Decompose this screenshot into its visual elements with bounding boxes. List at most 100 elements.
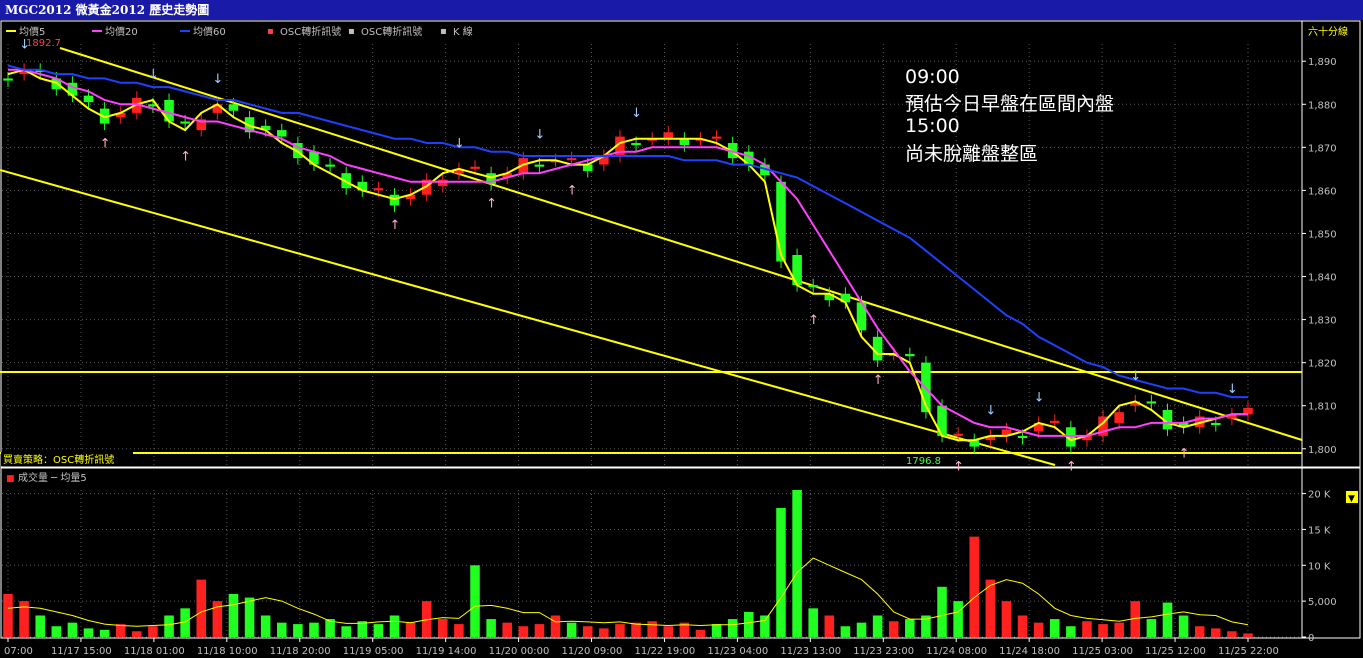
price-y-axis: 1,890 1,880 1,870 1,860 1,850 1,840 1,830 1,820…: [1302, 57, 1337, 456]
volume-bar: [1049, 619, 1060, 637]
volume-y-tick-label: 20 K: [1308, 490, 1331, 501]
ma-line: [8, 68, 1248, 437]
buy-arrow-icon: ↑: [873, 373, 884, 388]
volume-bar: [582, 626, 593, 637]
x-tick-label: 11/18 10:00: [197, 646, 258, 657]
volume-bar: [470, 565, 480, 637]
sell-arrow-icon: ↓: [631, 106, 642, 121]
x-tick-label: 11/23 23:00: [853, 646, 914, 657]
volume-bar: [196, 579, 207, 637]
volume-bar: [389, 615, 400, 637]
volume-bar: [438, 619, 448, 637]
volume-bar: [631, 622, 641, 637]
volume-bars: [3, 490, 1253, 637]
y-tick-label: 1,830: [1308, 316, 1337, 327]
volume-bar: [1243, 633, 1253, 637]
y-tick-label: 1,860: [1308, 186, 1337, 197]
volume-bar: [83, 628, 94, 637]
volume-bar: [260, 615, 271, 637]
buy-arrow-icon: ↑: [1179, 446, 1190, 461]
sell-arrow-icon: ↓: [1034, 390, 1045, 405]
y-tick-label: 1,800: [1308, 445, 1337, 456]
x-tick-label: 11/19 14:00: [416, 646, 477, 657]
volume-bar: [454, 624, 464, 637]
volume-y-axis: 20 K 15 K 10 K 5,000 0: [1302, 490, 1337, 644]
volume-bar: [776, 507, 786, 637]
candle-body: [276, 130, 287, 137]
volume-bar: [51, 626, 62, 637]
x-tick-label: 11/17 15:00: [51, 646, 112, 657]
period-label: 六十分線: [1308, 25, 1348, 38]
candle-body: [83, 95, 94, 103]
candle-body: [1211, 422, 1221, 426]
volume-bar: [744, 611, 754, 637]
x-tick-label: 11/18 20:00: [270, 646, 331, 657]
volume-bar: [663, 626, 674, 637]
volume-bar: [792, 490, 802, 637]
y-tick-label: 1,850: [1308, 229, 1337, 240]
volume-bar: [599, 628, 609, 637]
candle-body: [953, 433, 963, 436]
volume-bar: [1146, 619, 1157, 637]
chevron-down-icon: ▼: [1348, 494, 1355, 504]
volume-bar: [99, 629, 110, 637]
x-tick-label: 11/23 13:00: [780, 646, 841, 657]
volume-bar: [1033, 622, 1044, 637]
annotation-line-3: 15:00: [905, 115, 960, 137]
volume-bar: [1098, 624, 1108, 637]
volume-bar: [293, 624, 303, 637]
volume-bar: [615, 624, 625, 637]
strategy-label: 買賣策略：OSC轉折訊號: [3, 453, 114, 466]
sell-arrow-icon: ↓: [985, 403, 996, 418]
volume-y-tick-label: 5,000: [1308, 597, 1337, 608]
volume-bar: [840, 626, 851, 637]
y-tick-label: 1,820: [1308, 359, 1337, 370]
volume-y-tick-label: 10 K: [1308, 561, 1331, 572]
volume-bar: [1227, 631, 1237, 637]
x-tick-label: 11/18 01:00: [124, 646, 185, 657]
volume-bar: [760, 615, 770, 637]
buy-arrow-icon: ↑: [486, 197, 497, 212]
volume-bar: [405, 622, 416, 637]
candle-body: [566, 158, 577, 161]
volume-bar: [695, 629, 706, 637]
x-tick-label: 11/25 03:00: [1072, 646, 1133, 657]
candle-body: [776, 181, 786, 262]
sell-arrow-icon: ↓: [1130, 369, 1141, 384]
volume-bar: [937, 586, 947, 637]
legend-label: 均價60: [193, 25, 226, 38]
candle-body: [373, 188, 384, 191]
channel-lower-line: [0, 169, 1056, 466]
x-tick-label: 11/24 18:00: [999, 646, 1060, 657]
annotation-line-4: 尚未脫離盤整區: [905, 143, 1038, 165]
volume-bar: [969, 536, 980, 637]
volume-average-line: [7, 557, 1249, 627]
volume-bar: [566, 622, 577, 637]
buy-arrow-icon: ↑: [808, 313, 819, 328]
volume-bar: [1194, 626, 1205, 637]
candle-body: [1049, 420, 1060, 423]
buy-arrow-icon: ↑: [1066, 459, 1077, 474]
annotation-text: 09:00 預估今日早盤在區間內盤 15:00 尚未脫離盤整區: [905, 66, 1114, 165]
annotation-line-2: 預估今日早盤在區間內盤: [905, 93, 1114, 115]
candle-body: [438, 179, 448, 187]
volume-bar: [148, 626, 158, 637]
legend-label: K 線: [453, 25, 473, 38]
volume-bar: [905, 619, 915, 637]
buy-arrow-icon: ↑: [567, 184, 578, 199]
volume-bar: [132, 631, 142, 637]
volume-bar: [309, 622, 319, 637]
price-legend: 均價5 均價20 均價60 ▪ OSC轉折訊號 ▪ OSC轉折訊號 ▪ K 線: [6, 25, 473, 38]
x-axis-labels: 07:00 11/17 15:00 11/18 01:00 11/18 10:00 11…: [4, 638, 1279, 657]
volume-bar: [373, 624, 384, 637]
high-price-label: 1892.7: [26, 38, 61, 49]
volume-y-tick-label: 15 K: [1308, 525, 1331, 536]
x-tick-label: 11/20 00:00: [489, 646, 550, 657]
candle-body: [325, 164, 335, 167]
candlesticks: [3, 63, 1253, 454]
volume-bar: [647, 621, 657, 637]
x-tick-label: 11/22 19:00: [634, 646, 695, 657]
y-tick-label: 1,880: [1308, 100, 1337, 111]
annotation-line-1: 09:00: [905, 66, 960, 88]
channel-upper-line: [59, 47, 1303, 441]
